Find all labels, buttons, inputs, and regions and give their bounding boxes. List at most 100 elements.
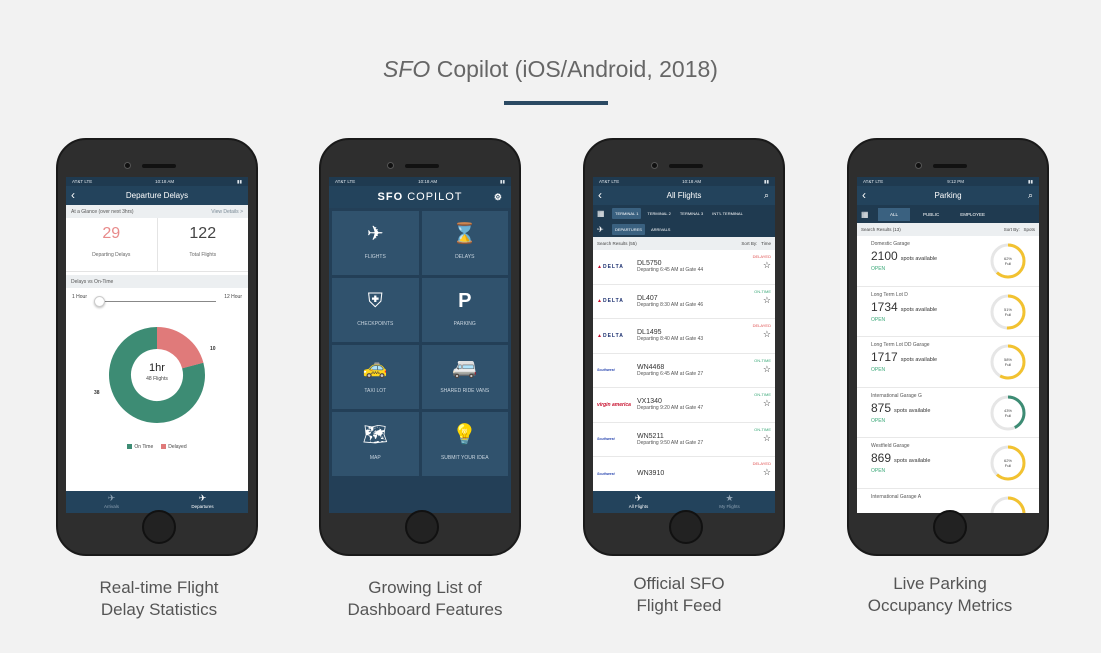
home-button[interactable] — [142, 510, 176, 544]
slider-thumb[interactable] — [94, 296, 105, 307]
tile-taxi-lot[interactable]: 🚕 TAXI LOT — [332, 345, 419, 409]
chip-departures[interactable]: DEPARTURES — [612, 223, 645, 235]
parking-filter: ▦ ALL PUBLIC EMPLOYEE — [857, 205, 1039, 223]
chip-public[interactable]: PUBLIC — [915, 208, 947, 221]
star-icon[interactable]: ☆ — [754, 364, 771, 375]
back-chevron-icon[interactable]: ‹ — [598, 188, 602, 202]
search-icon[interactable]: ⌕ — [1028, 190, 1033, 201]
chip-arrivals[interactable]: ARRIVALS — [648, 224, 674, 235]
parking-row[interactable]: Domestic Garage 2100 spots available OPEN 62… — [857, 236, 1039, 287]
tile-submit-your-idea[interactable]: 💡 SUBMIT YOUR IDEA — [421, 412, 508, 476]
flight-row[interactable]: Southwest WN3910 DELAYED ☆ — [593, 457, 775, 492]
tile-shared-ride-vans[interactable]: 🚐 SHARED RIDE VANS — [421, 345, 508, 409]
parking-row[interactable]: International Garage G 875 spots available… — [857, 388, 1039, 438]
back-chevron-icon[interactable]: ‹ — [862, 188, 866, 202]
spots-unit: spots available — [894, 407, 931, 414]
sort-control[interactable]: Sort By: Time — [741, 241, 771, 246]
nav-bar: ‹ Parking ⌕ — [857, 186, 1039, 205]
flight-row[interactable]: ▲DELTA DL5750 Departing 6:45 AM at Gate 44… — [593, 250, 775, 285]
gear-icon[interactable]: ⚙ — [494, 186, 503, 208]
status-badge: ON-TIME — [754, 426, 771, 432]
building-icon: ▦ — [597, 208, 605, 218]
flight-list: ▲DELTA DL5750 Departing 6:45 AM at Gate 44… — [593, 250, 775, 492]
carrier-label: AT&T LTE — [863, 179, 884, 184]
flight-row[interactable]: Southwest WN4468 Departing 6:45 AM at Gate… — [593, 354, 775, 388]
chip-terminal-1[interactable]: TERMINAL 1 — [612, 207, 642, 219]
home-button[interactable] — [669, 510, 703, 544]
phone-delays: AT&T LTE 10:18 AM ▮▮ ‹ Departure Delays … — [56, 138, 258, 556]
tab-arrivals[interactable]: ✈ Arrivals — [66, 491, 157, 513]
tile-parking[interactable]: P PARKING — [421, 278, 508, 342]
tab-departures[interactable]: ✈ Departures — [157, 491, 248, 513]
stats-row: 29 Departing Delays 122 Total Flights — [66, 218, 248, 272]
home-button[interactable] — [405, 510, 439, 544]
tile-map[interactable]: 🗺 MAP — [332, 412, 419, 476]
tile-label: TAXI LOT — [364, 388, 387, 394]
tile-label: PARKING — [453, 321, 476, 327]
flight-info: WN5211 Departing 9:50 AM at Gate 27 — [637, 433, 703, 446]
star-icon: ★ — [725, 493, 734, 503]
slider-track[interactable] — [100, 301, 216, 302]
chip-employee[interactable]: EMPLOYEE — [952, 208, 993, 221]
star-icon[interactable]: ☆ — [754, 398, 771, 409]
tab-my-flights[interactable]: ★ My Flights — [684, 491, 775, 513]
tile-label: MAP — [369, 455, 381, 461]
chip-terminal-2[interactable]: TERMINAL 2 — [644, 208, 673, 219]
status-badge: ON-TIME — [754, 288, 771, 294]
star-icon[interactable]: ☆ — [753, 329, 771, 340]
hour-slider[interactable]: 1 Hour 12 Hour — [66, 294, 248, 316]
camera — [915, 162, 922, 169]
flight-row[interactable]: ▲DELTA DL1495 Departing 8:40 AM at Gate 43… — [593, 319, 775, 354]
flight-row[interactable]: Southwest WN5211 Departing 9:50 AM at Gate… — [593, 423, 775, 457]
stat-departing-delays: 29 Departing Delays — [66, 218, 157, 271]
star-icon[interactable]: ☆ — [753, 467, 771, 478]
status-badge: ON-TIME — [754, 392, 771, 397]
parking-row[interactable]: Westfield Garage 869 spots available OPEN 62… — [857, 438, 1039, 489]
caption-line: Delay Statistics — [100, 600, 218, 619]
departing-delays-value: 29 — [102, 225, 121, 242]
flight-code: DL5750 — [637, 260, 662, 268]
flight-status: DELAYED ☆ — [753, 323, 771, 340]
flight-row[interactable]: ▲DELTA DL407 Departing 8:30 AM at Gate 46 O… — [593, 285, 775, 319]
chip-all[interactable]: ALL — [878, 207, 911, 221]
legend-swatch-delayed — [161, 444, 167, 450]
flight-detail: Departing 6:45 AM at Gate 27 — [637, 370, 704, 377]
plane-icon: ✈ — [597, 224, 604, 234]
brand-bold: SFO — [377, 191, 404, 203]
phone-dashboard: AT&T LTE 10:18 AM ▮▮ SFO COPILOT ⚙ ✈ FLIG… — [319, 138, 521, 556]
tile-delays[interactable]: ⌛ DELAYS — [421, 211, 508, 275]
tab-all-flights[interactable]: ✈ All Flights — [593, 491, 684, 513]
speaker — [933, 164, 967, 168]
star-icon[interactable]: ☆ — [753, 260, 771, 271]
back-chevron-icon[interactable]: ‹ — [71, 188, 75, 202]
airline-logo: virgin america — [597, 402, 637, 408]
home-button[interactable] — [933, 510, 967, 544]
spots-unit: spots available — [900, 256, 938, 262]
star-icon[interactable]: ☆ — [754, 433, 771, 444]
sort-control[interactable]: Sort By: Spots — [1004, 227, 1035, 232]
screen-delays: AT&T LTE 10:18 AM ▮▮ ‹ Departure Delays … — [66, 177, 248, 513]
tab-departures-label: Departures — [191, 504, 214, 509]
occupancy-full-word: Full — [1004, 362, 1012, 367]
search-icon[interactable]: ⌕ — [764, 190, 769, 201]
airline-name: Southwest — [597, 368, 615, 373]
battery-icon: ▮▮ — [1028, 178, 1033, 184]
flight-code: WN3910 — [637, 470, 665, 478]
flight-row[interactable]: virgin america VX1340 Departing 9:20 AM at… — [593, 388, 775, 423]
view-details-link[interactable]: View Details > — [211, 209, 243, 215]
caption-parking: Live Parking Occupancy Metrics — [820, 573, 1060, 617]
parking-row[interactable]: Long Term Lot D 1734 spots available OPEN 51… — [857, 287, 1039, 337]
battery-icon: ▮▮ — [237, 178, 242, 184]
flight-detail: Departing 8:40 AM at Gate 43 — [637, 336, 704, 343]
van-icon: 🚐 — [452, 357, 478, 379]
star-icon[interactable]: ☆ — [754, 295, 771, 306]
app-header: SFO COPILOT ⚙ — [329, 186, 511, 208]
chip-intl-terminal[interactable]: INT'L TERMINAL — [709, 208, 746, 219]
tile-checkpoints[interactable]: ⛨ CHECKPOINTS — [332, 278, 419, 342]
title-underline — [504, 101, 608, 105]
tile-flights[interactable]: ✈ FLIGHTS — [332, 211, 419, 275]
tile-label: SHARED RIDE VANS — [440, 388, 490, 394]
page-title-rest: Copilot (iOS/Android, 2018) — [430, 56, 718, 82]
chip-terminal-3[interactable]: TERMINAL 3 — [677, 208, 706, 219]
parking-row[interactable]: Long Term Lot DD Garage 1717 spots availab… — [857, 337, 1039, 388]
